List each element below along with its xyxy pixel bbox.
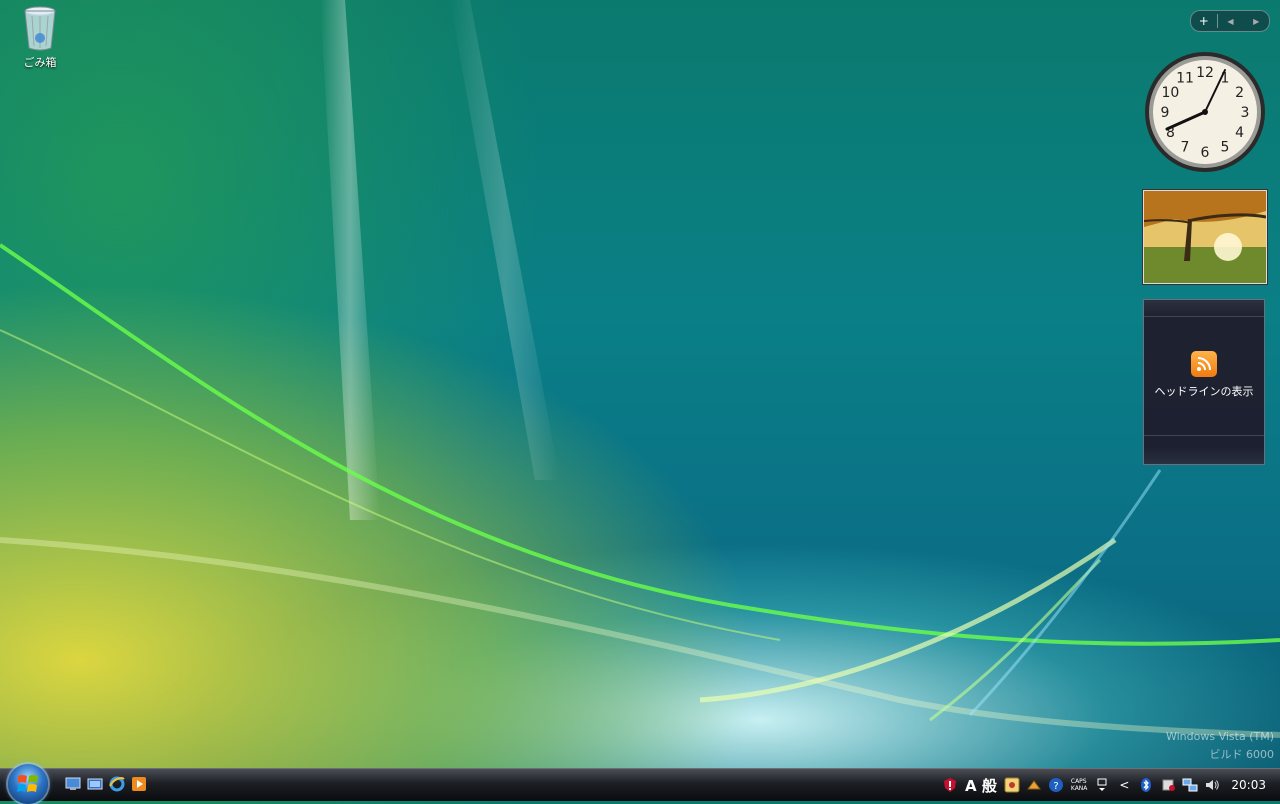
show-desktop-icon (65, 777, 81, 790)
caps-kana-indicator: CAPS KANA (1071, 778, 1088, 792)
autumn-tree-photo (1144, 191, 1266, 283)
svg-text:?: ? (1053, 781, 1058, 792)
quick-launch (64, 775, 148, 793)
slideshow-gadget[interactable] (1143, 190, 1267, 284)
media-player-icon (132, 777, 146, 791)
clock-numeral: 11 (1176, 70, 1194, 86)
watermark-line1: Windows Vista (TM) (1165, 730, 1274, 743)
caps-label: CAPS (1070, 778, 1087, 785)
taskbar-clock[interactable]: 20:03 (1231, 778, 1266, 792)
recycle-bin-label: ごみ箱 (23, 56, 57, 69)
gadget-topbar (1144, 300, 1264, 317)
watermark-line2: ビルド 6000 (1209, 748, 1275, 761)
clock-numeral: 12 (1196, 65, 1214, 81)
clock-numeral: 2 (1235, 85, 1244, 101)
clock-numeral: 3 (1241, 105, 1250, 121)
clock-numeral: 7 (1181, 140, 1190, 156)
rss-icon (1191, 351, 1217, 377)
build-watermark: Windows Vista (TM) ビルド 6000 (1166, 728, 1274, 764)
headlines-label[interactable]: ヘッドラインの表示 (1144, 383, 1264, 399)
switch-windows-button[interactable] (86, 775, 104, 793)
kana-label: KANA (1070, 785, 1088, 792)
network-icon[interactable] (1181, 776, 1199, 794)
internet-explorer-icon (109, 776, 125, 792)
wallpaper-rays (0, 0, 1280, 738)
security-alert-icon[interactable] (941, 776, 959, 794)
ime-mode-indicator[interactable]: A 般 (965, 775, 997, 796)
clock-numeral: 9 (1161, 105, 1170, 121)
safely-remove-hardware-icon[interactable] (1159, 776, 1177, 794)
internet-explorer-button[interactable] (108, 775, 126, 793)
ime-pad-icon[interactable] (1003, 776, 1021, 794)
next-page-button[interactable]: ▶ (1243, 17, 1269, 26)
feed-headlines-gadget[interactable]: ヘッドラインの表示 (1143, 299, 1265, 465)
show-desktop-button[interactable] (64, 775, 82, 793)
clock-numeral: 10 (1161, 85, 1179, 101)
show-hidden-icons-button[interactable]: < (1115, 776, 1133, 794)
clock-numeral: 6 (1201, 145, 1210, 161)
sidebar-controls: + ◀ ▶ (1190, 10, 1270, 32)
windows-logo-icon (17, 775, 38, 792)
media-player-button[interactable] (130, 775, 148, 793)
notification-area: A 般 ? CAPS KANA < 20:03 (939, 769, 1280, 801)
taskbar: A 般 ? CAPS KANA < 20:03 (0, 764, 1280, 804)
clock-numeral: 4 (1235, 125, 1244, 141)
gadget-bottombar (1144, 435, 1264, 464)
recycle-bin-shortcut[interactable]: ごみ箱 (14, 4, 66, 70)
volume-icon[interactable] (1203, 776, 1221, 794)
help-icon[interactable]: ? (1047, 776, 1065, 794)
bluetooth-icon[interactable] (1137, 776, 1155, 794)
clock-gadget[interactable]: 12 1234567891011 (1143, 50, 1267, 174)
previous-page-button[interactable]: ◀ (1218, 17, 1244, 26)
ime-tools-icon[interactable] (1025, 776, 1043, 794)
switch-windows-icon (87, 778, 103, 790)
start-button[interactable] (8, 764, 48, 804)
recycle-bin-icon (24, 6, 56, 51)
add-gadget-button[interactable]: + (1191, 14, 1217, 28)
language-bar-options-icon[interactable] (1093, 776, 1111, 794)
clock-numeral: 5 (1221, 140, 1230, 156)
